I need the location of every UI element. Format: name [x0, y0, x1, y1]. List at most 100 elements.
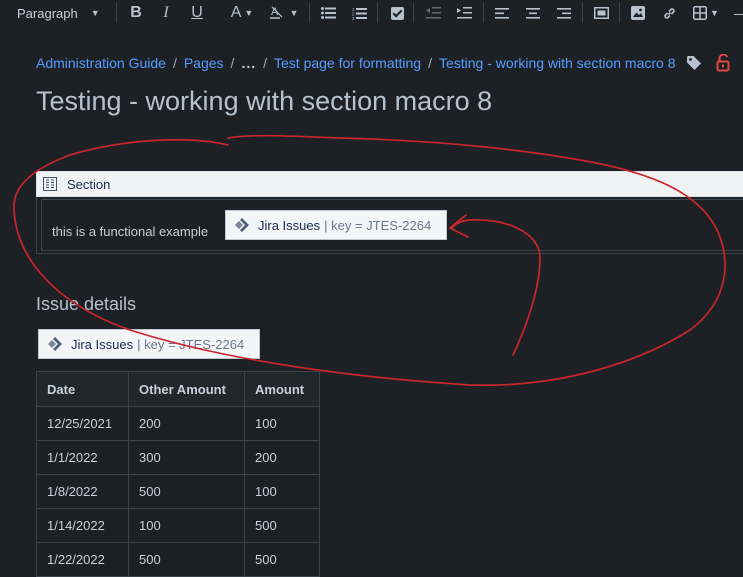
table-cell-other-amount[interactable]: 100 [128, 508, 245, 543]
clear-formatting-icon: A [269, 6, 282, 19]
paragraph-style-label: Paragraph [17, 5, 78, 21]
toolbar-divider [483, 3, 484, 23]
table-row: 1/14/2022 100 500 [36, 508, 320, 543]
table-row: 1/22/2022 500 500 [36, 542, 320, 577]
table-cell-amount[interactable]: 500 [244, 508, 320, 543]
breadcrumb-separator: / [172, 55, 177, 71]
align-center-button[interactable] [525, 0, 541, 26]
align-right-button[interactable] [556, 0, 572, 26]
align-left-icon [495, 7, 509, 19]
indent-button[interactable] [456, 0, 472, 26]
text-color-button[interactable]: A ▼ [226, 0, 258, 26]
clear-formatting-button[interactable]: A ▼ [267, 0, 301, 26]
link-button[interactable] [661, 0, 677, 26]
unlocked-restrictions-icon[interactable] [716, 54, 732, 72]
jira-issues-macro[interactable]: Jira Issues | key = JTES-2264 [225, 210, 447, 240]
toolbar-divider [413, 3, 414, 23]
bullet-list-icon [320, 7, 336, 19]
jira-macro-name: Jira Issues [258, 217, 321, 233]
table-row: 12/25/2021 200 100 [36, 406, 320, 441]
align-left-button[interactable] [494, 0, 510, 26]
chevron-down-icon: ▼ [244, 8, 254, 18]
amounts-table: Date Other Amount Amount 12/25/2021 200 … [36, 371, 320, 577]
jira-macro-params: | key = JTES-2264 [324, 217, 432, 233]
paragraph-style-dropdown[interactable]: Paragraph ▼ [17, 0, 100, 26]
page-title[interactable]: Testing - working with section macro 8 [36, 86, 492, 117]
toolbar-divider [309, 3, 310, 23]
toolbar-divider [377, 3, 378, 23]
breadcrumb-separator: / [230, 55, 235, 71]
page-layout-icon [593, 7, 609, 19]
table-icon [693, 6, 708, 20]
toolbar-divider [582, 3, 583, 23]
breadcrumb-item-administration-guide[interactable]: Administration Guide [36, 55, 166, 71]
italic-button[interactable]: I [158, 0, 174, 26]
jira-macro-params: | key = JTES-2264 [137, 336, 245, 352]
toolbar-divider [116, 3, 117, 23]
table-cell-other-amount[interactable]: 500 [128, 542, 245, 577]
outdent-button[interactable] [425, 0, 441, 26]
table-cell-amount[interactable]: 100 [244, 474, 320, 509]
jira-issues-macro[interactable]: Jira Issues | key = JTES-2264 [38, 329, 260, 359]
breadcrumb-item-pages[interactable]: Pages [184, 55, 224, 71]
label-tag-icon[interactable] [686, 55, 702, 71]
table-cell-amount[interactable]: 200 [244, 440, 320, 475]
breadcrumb: Administration Guide / Pages / ... / Tes… [36, 54, 676, 72]
numbered-list-button[interactable]: 1 2 3 [351, 0, 367, 26]
italic-icon: I [163, 4, 169, 21]
insert-more-button[interactable]: — [734, 0, 743, 26]
breadcrumb-item-current-page[interactable]: Testing - working with section macro 8 [439, 55, 676, 71]
breadcrumb-ellipsis[interactable]: ... [241, 55, 256, 71]
table-header-other-amount[interactable]: Other Amount [128, 371, 245, 407]
text-color-icon: A [230, 4, 242, 21]
table-header-amount[interactable]: Amount [244, 371, 320, 407]
task-list-icon [390, 6, 404, 20]
breadcrumb-separator: / [428, 55, 432, 71]
section-icon [43, 177, 57, 191]
chevron-down-icon: ▼ [90, 8, 100, 18]
table-cell-date[interactable]: 12/25/2021 [36, 406, 129, 441]
table-cell-date[interactable]: 1/22/2022 [36, 542, 129, 577]
table-row: 1/8/2022 500 100 [36, 474, 320, 509]
breadcrumb-separator: / [263, 55, 267, 71]
table-cell-amount[interactable]: 500 [244, 542, 320, 577]
align-center-icon [526, 7, 540, 19]
outdent-icon [425, 7, 441, 19]
toolbar-divider [619, 3, 620, 23]
chevron-down-icon: ▼ [710, 8, 719, 18]
section-macro-header[interactable]: Section [36, 171, 743, 197]
section-macro-label: Section [67, 176, 111, 192]
jira-icon [48, 337, 62, 351]
jira-macro-name: Jira Issues [71, 336, 134, 352]
svg-text:3: 3 [352, 16, 355, 20]
section-body-text[interactable]: this is a functional example [52, 224, 208, 239]
table-header-date[interactable]: Date [36, 371, 129, 407]
table-cell-other-amount[interactable]: 500 [128, 474, 245, 509]
table-cell-other-amount[interactable]: 200 [128, 406, 245, 441]
table-cell-date[interactable]: 1/14/2022 [36, 508, 129, 543]
numbered-list-icon: 1 2 3 [352, 7, 367, 20]
insert-more-icon: — [734, 6, 743, 20]
link-icon [663, 7, 675, 19]
align-right-icon [557, 7, 571, 19]
bold-icon: B [130, 4, 142, 21]
page-layout-button[interactable] [593, 0, 609, 26]
issue-details-heading[interactable]: Issue details [36, 294, 136, 315]
underline-button[interactable]: U [189, 0, 205, 26]
image-button[interactable] [630, 0, 646, 26]
table-cell-date[interactable]: 1/1/2022 [36, 440, 129, 475]
chevron-down-icon: ▼ [289, 8, 299, 18]
bold-button[interactable]: B [128, 0, 144, 26]
editor-toolbar: Paragraph ▼ B I U A ▼ A ▼ 1 2 3 ▼ [0, 0, 743, 26]
breadcrumb-item-test-page[interactable]: Test page for formatting [274, 55, 421, 71]
table-cell-amount[interactable]: 100 [244, 406, 320, 441]
image-icon [631, 6, 645, 20]
table-header-row: Date Other Amount Amount [36, 371, 320, 407]
task-list-button[interactable] [389, 0, 405, 26]
table-cell-other-amount[interactable]: 300 [128, 440, 245, 475]
table-button[interactable]: ▼ [692, 0, 720, 26]
bullet-list-button[interactable] [320, 0, 336, 26]
indent-icon [456, 7, 472, 19]
table-cell-date[interactable]: 1/8/2022 [36, 474, 129, 509]
underline-icon: U [191, 4, 203, 21]
